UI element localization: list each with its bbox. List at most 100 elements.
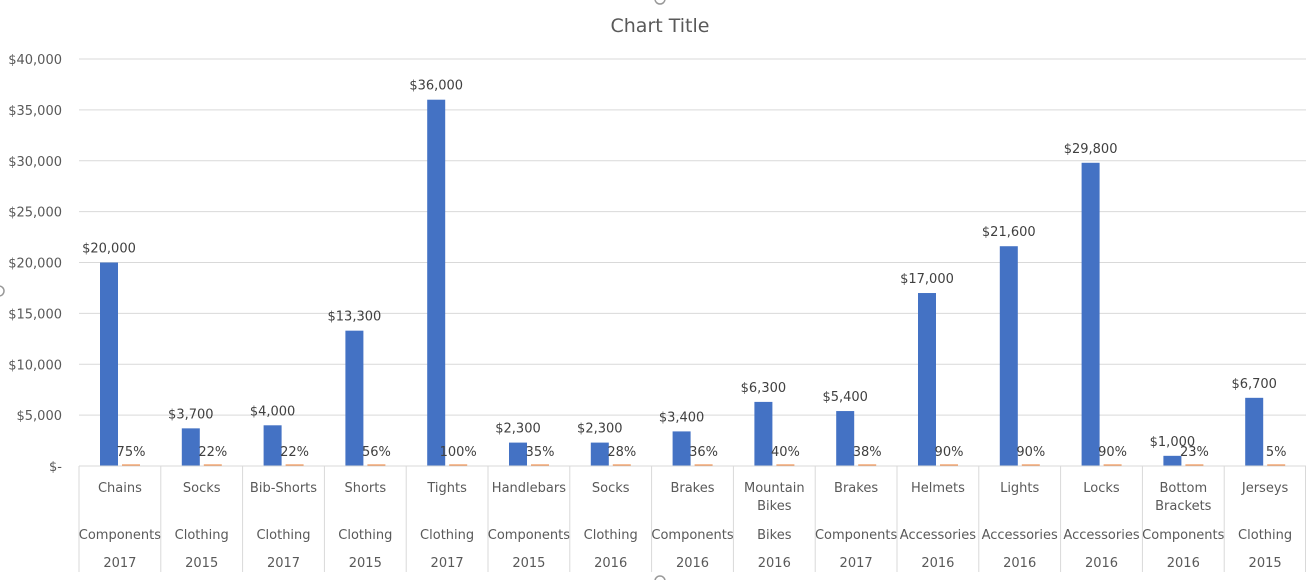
bar-value (1163, 455, 1182, 466)
category-label: Components (651, 528, 733, 543)
y-tick-label: $30,000 (8, 155, 62, 170)
data-label-value: $3,400 (659, 410, 705, 425)
data-label-percent: 90% (1098, 445, 1127, 460)
data-label-value: $36,000 (409, 79, 463, 94)
category-label: Clothing (175, 528, 229, 543)
data-label-value: $13,300 (328, 310, 382, 325)
year-label: 2016 (594, 556, 627, 571)
product-label: Brakes (670, 481, 714, 496)
product-label: Locks (1083, 481, 1120, 496)
bar-value (263, 425, 282, 466)
category-label: Accessories (1063, 528, 1139, 543)
bar-value (509, 442, 527, 466)
chart-title: Chart Title (611, 15, 710, 37)
chart: Chart Title $- $5,000 $10,000 $15,000 $20,00… (0, 0, 1306, 580)
data-label-percent: 23% (1180, 445, 1209, 460)
y-tick-label: $15,000 (8, 307, 62, 322)
category-label: Clothing (584, 528, 638, 543)
bar-value (345, 330, 364, 466)
category-label: Components (79, 528, 161, 543)
data-label-value: $17,000 (900, 272, 954, 287)
product-label: Mountain (744, 481, 805, 496)
year-label: 2016 (1085, 556, 1118, 571)
y-tick-label: $5,000 (17, 409, 63, 424)
year-label: 2017 (267, 556, 300, 571)
category-label: Clothing (420, 528, 474, 543)
data-label-value: $6,700 (1231, 377, 1277, 392)
selection-handle[interactable] (654, 0, 666, 5)
year-label: 2015 (1249, 556, 1282, 571)
data-label-percent: 90% (935, 445, 964, 460)
bar-value (181, 428, 200, 466)
year-label: 2016 (921, 556, 954, 571)
data-label-percent: 36% (689, 445, 718, 460)
data-label-value: $2,300 (495, 422, 541, 437)
selection-handle[interactable] (654, 575, 666, 580)
category-label: Accessories (982, 528, 1058, 543)
bar-value (754, 401, 773, 466)
category-label: Bikes (757, 528, 792, 543)
category-label: Clothing (1238, 528, 1292, 543)
category-label: Components (1142, 528, 1224, 543)
bar-value (100, 262, 118, 466)
data-label-percent: 28% (607, 445, 636, 460)
product-label: Socks (592, 481, 630, 496)
data-label-percent: 75% (117, 445, 146, 460)
data-label-percent: 22% (280, 445, 309, 460)
product-label: Handlebars (492, 481, 566, 496)
data-label-value: $21,600 (982, 225, 1036, 240)
product-label: Bib-Shorts (250, 481, 317, 496)
product-label: Jerseys (1241, 481, 1289, 496)
bar-value (836, 411, 855, 466)
y-tick-label: $20,000 (8, 257, 62, 272)
data-label-value: $20,000 (82, 242, 136, 257)
bar-value (427, 99, 446, 466)
y-tick-label: $- (49, 460, 62, 475)
data-label-value: $5,400 (822, 390, 868, 405)
year-label: 2017 (431, 556, 464, 571)
bar-value (999, 246, 1018, 466)
year-label: 2015 (185, 556, 218, 571)
product-label: Socks (183, 481, 221, 496)
product-label: Brackets (1155, 499, 1212, 514)
data-label-value: $29,800 (1064, 142, 1118, 157)
year-label: 2015 (349, 556, 382, 571)
year-label: 2016 (758, 556, 791, 571)
y-tick-label: $10,000 (8, 358, 62, 373)
year-label: 2017 (840, 556, 873, 571)
data-label-percent: 35% (526, 445, 555, 460)
selection-handle[interactable] (0, 285, 5, 297)
product-label: Lights (1000, 481, 1039, 496)
data-label-percent: 100% (440, 445, 477, 460)
bar-value (672, 431, 691, 466)
data-label-percent: 38% (853, 445, 882, 460)
category-label: Accessories (900, 528, 976, 543)
data-label-value: $2,300 (577, 422, 623, 437)
category-label: Components (815, 528, 897, 543)
product-label: Chains (98, 481, 142, 496)
product-label: Shorts (344, 481, 386, 496)
data-label-percent: 40% (771, 445, 800, 460)
product-label: Tights (426, 481, 467, 496)
y-tick-label: $35,000 (8, 104, 62, 119)
product-label: Bottom (1159, 481, 1207, 496)
bar-value (590, 442, 609, 466)
data-label-percent: 56% (362, 445, 391, 460)
data-label-value: $6,300 (741, 381, 787, 396)
y-tick-label: $40,000 (8, 53, 62, 68)
bar-value (1081, 162, 1100, 466)
product-label: Helmets (911, 481, 965, 496)
bar-value (1245, 397, 1264, 466)
year-label: 2017 (103, 556, 136, 571)
year-label: 2015 (512, 556, 545, 571)
year-label: 2016 (1167, 556, 1200, 571)
data-label-percent: 90% (1016, 445, 1045, 460)
data-label-value: $4,000 (250, 404, 296, 419)
year-label: 2016 (676, 556, 709, 571)
y-tick-label: $25,000 (8, 206, 62, 221)
category-label: Components (488, 528, 570, 543)
category-label: Clothing (256, 528, 310, 543)
data-label-value: $3,700 (168, 407, 214, 422)
data-label-percent: 22% (198, 445, 227, 460)
category-label: Clothing (338, 528, 392, 543)
